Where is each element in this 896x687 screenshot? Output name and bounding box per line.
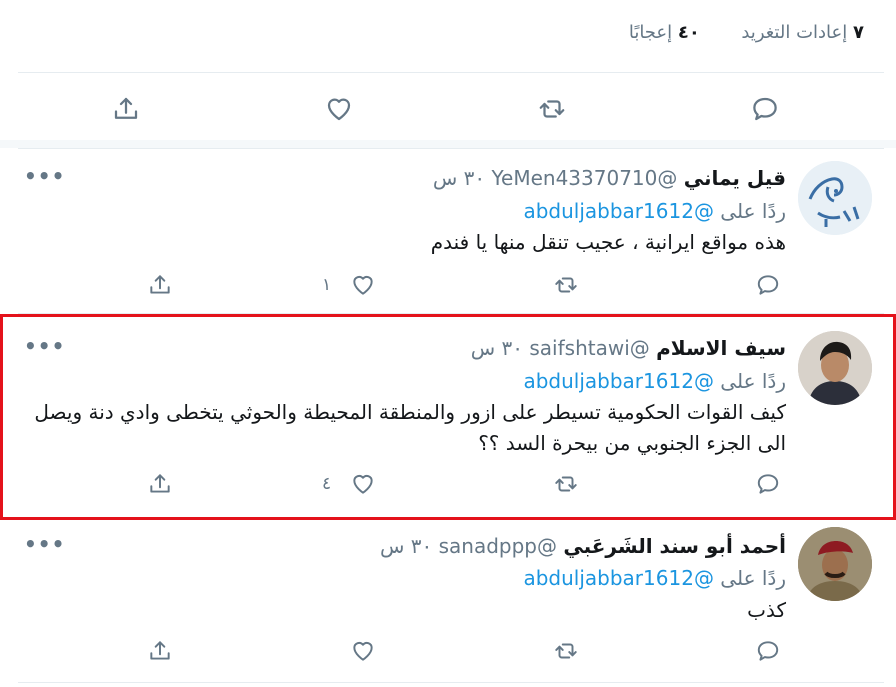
- reply-button[interactable]: [748, 92, 782, 126]
- heart-icon: [353, 275, 373, 295]
- divider: [18, 72, 884, 73]
- heart-icon: [353, 641, 373, 661]
- retweet-icon: [539, 100, 565, 118]
- heart-icon: [327, 98, 351, 121]
- reply-button[interactable]: [751, 634, 785, 668]
- share-icon: [150, 275, 170, 294]
- share-icon: [114, 97, 138, 119]
- more-options-button[interactable]: •••: [24, 164, 65, 188]
- retweet-icon: [555, 277, 577, 293]
- mention-link[interactable]: @abduljabbar1612: [523, 199, 713, 223]
- mention-link[interactable]: @abduljabbar1612: [523, 566, 713, 590]
- share-button[interactable]: [109, 92, 143, 126]
- handle[interactable]: @sanadppp: [439, 534, 557, 558]
- avatar[interactable]: [798, 161, 872, 235]
- display-name[interactable]: أحمد أبو سند الشَرعَبي: [563, 534, 786, 558]
- replying-to: ردًا على @abduljabbar1612: [523, 566, 786, 590]
- retweet-button[interactable]: [549, 268, 583, 302]
- share-button[interactable]: [143, 268, 177, 302]
- replying-to: ردًا على @abduljabbar1612: [523, 199, 786, 223]
- tweet-stats: ٧ إعادات التغريد ٤٠ إعجابًا: [0, 0, 896, 72]
- reply-icon: [757, 275, 779, 295]
- divider: [18, 682, 884, 683]
- retweet-button[interactable]: [549, 634, 583, 668]
- reply-header: قيل يماني @YeMen43370710 ٣٠ س: [433, 166, 786, 190]
- like-button[interactable]: [346, 268, 380, 302]
- tweet-text: هذه مواقع ايرانية ، عجيب تنقل منها يا فن…: [430, 230, 786, 254]
- divider: [18, 148, 884, 149]
- like-button[interactable]: [322, 92, 356, 126]
- reply-icon: [753, 97, 777, 121]
- like-count: ١: [322, 275, 332, 295]
- timestamp[interactable]: ٣٠ س: [433, 166, 485, 190]
- timestamp[interactable]: ٣٠ س: [380, 534, 432, 558]
- likes-stat[interactable]: ٤٠ إعجابًا: [629, 22, 700, 43]
- retweet-button[interactable]: [535, 92, 569, 126]
- more-options-button[interactable]: •••: [24, 532, 65, 556]
- stats-group: ٧ إعادات التغريد ٤٠ إعجابًا: [629, 22, 864, 43]
- avatar-image: [798, 527, 872, 601]
- section-separator: [0, 140, 896, 148]
- tweet-text: كذب: [747, 598, 786, 622]
- share-button[interactable]: [143, 634, 177, 668]
- retweets-stat[interactable]: ٧ إعادات التغريد: [741, 22, 864, 43]
- avatar[interactable]: [798, 527, 872, 601]
- reply-button[interactable]: [751, 268, 785, 302]
- reply-header: أحمد أبو سند الشَرعَبي @sanadppp ٣٠ س: [380, 534, 786, 558]
- handle[interactable]: @YeMen43370710: [491, 166, 677, 190]
- retweet-icon: [555, 643, 577, 659]
- highlight-box: [0, 314, 896, 520]
- reply-icon: [757, 641, 779, 661]
- share-icon: [150, 641, 170, 660]
- avatar-image: [798, 161, 872, 235]
- display-name[interactable]: قيل يماني: [684, 166, 786, 190]
- like-button[interactable]: [346, 634, 380, 668]
